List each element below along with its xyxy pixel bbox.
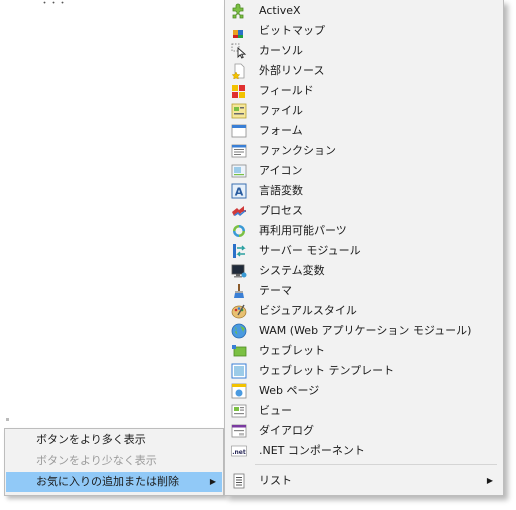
menu-item-visual-style[interactable]: ビジュアルスタイル [227, 301, 501, 321]
file-icon [231, 103, 247, 119]
submenu-arrow-icon: ▶ [486, 476, 493, 485]
svg-text:.net: .net [232, 449, 246, 456]
view-icon [231, 404, 247, 418]
function-icon [231, 144, 247, 158]
field-icon [232, 85, 245, 98]
menu-item-weblet-template[interactable]: ウェブレット テンプレート [227, 361, 501, 381]
menu-item-server-module[interactable]: サーバー モジュール [227, 241, 501, 261]
menu-item-label: Web ページ [259, 384, 320, 397]
menu-item-label: ファンクション [259, 144, 336, 157]
show-more-buttons-label: ボタンをより多く表示 [36, 433, 146, 446]
menu-item-wam[interactable]: WAM (Web アプリケーション モジュール) [227, 321, 501, 341]
svg-text:A: A [235, 186, 244, 199]
menu-item-function[interactable]: ファンクション [227, 141, 501, 161]
menu-item-icon[interactable]: アイコン [227, 161, 501, 181]
menu-item-external-resource[interactable]: 外部リソース [227, 61, 501, 81]
menu-item-system-variable[interactable]: システム変数 [227, 261, 501, 281]
language-variable-icon: A [231, 183, 247, 199]
menu-item-file[interactable]: ファイル [227, 101, 501, 121]
form-icon [231, 124, 247, 138]
menu-item-list[interactable]: リスト ▶ [227, 471, 501, 491]
menu-item-label: システム変数 [259, 264, 325, 277]
menu-item-dialog[interactable]: ダイアログ [227, 421, 501, 441]
theme-icon [234, 284, 244, 298]
menu-item-label: WAM (Web アプリケーション モジュール) [259, 324, 472, 337]
menu-item-view[interactable]: ビュー [227, 401, 501, 421]
add-remove-favorites-label: お気に入りの追加または削除 [36, 475, 179, 488]
dialog-icon [231, 424, 247, 438]
menu-item-label: ウェブレット テンプレート [259, 364, 395, 377]
visual-style-icon [231, 304, 247, 319]
background-mark [6, 418, 9, 421]
favorites-context-menu: ボタンをより多く表示 ボタンをより少なく表示 お気に入りの追加または削除 ▶ [4, 428, 224, 496]
menu-separator [255, 464, 497, 465]
weblet-template-icon [231, 363, 247, 379]
cursor-icon [231, 43, 247, 59]
menu-item-theme[interactable]: テーマ [227, 281, 501, 301]
screenshot-stage: ・・・ ボタンをより多く表示 ボタンをより少なく表示 お気に入りの追加または削除… [0, 0, 516, 510]
bitmap-icon [233, 30, 243, 38]
activex-puzzle-icon [232, 3, 244, 19]
menu-item-reusable-part[interactable]: 再利用可能パーツ [227, 221, 501, 241]
menu-item-form[interactable]: フォーム [227, 121, 501, 141]
dotnet-component-icon: .net [231, 445, 247, 457]
weblet-icon [232, 345, 247, 357]
menu-item-label: アイコン [259, 164, 303, 177]
menu-item-label: サーバー モジュール [259, 244, 361, 257]
show-more-buttons-item[interactable]: ボタンをより多く表示 [6, 430, 222, 450]
icon-resource-icon [231, 164, 247, 178]
list-icon [233, 473, 245, 489]
menu-item-label: フォーム [259, 124, 303, 137]
menu-item-label: テーマ [259, 284, 292, 297]
submenu-arrow-icon: ▶ [209, 477, 216, 486]
show-fewer-buttons-item: ボタンをより少なく表示 [6, 451, 222, 471]
menu-item-label: リスト [259, 474, 292, 487]
menu-item-web-page[interactable]: Web ページ [227, 381, 501, 401]
show-fewer-buttons-label: ボタンをより少なく表示 [36, 454, 157, 467]
menu-item-label: フィールド [259, 84, 314, 97]
menu-item-label: ActiveX [259, 4, 301, 17]
menu-item-language-variable[interactable]: A 言語変数 [227, 181, 501, 201]
menu-item-label: 外部リソース [259, 64, 325, 77]
menu-item-field[interactable]: フィールド [227, 81, 501, 101]
menu-item-label: ビジュアルスタイル [259, 304, 357, 317]
reusable-part-icon [233, 225, 245, 237]
external-resource-icon [231, 63, 245, 79]
menu-item-label: ビットマップ [259, 24, 325, 37]
menu-item-activex[interactable]: ActiveX [227, 1, 501, 21]
menu-item-label: .NET コンポーネント [259, 444, 365, 457]
server-module-icon [233, 244, 246, 258]
menu-item-label: 言語変数 [259, 184, 303, 197]
web-page-icon [231, 383, 247, 399]
system-variable-icon [231, 264, 247, 278]
process-icon [232, 206, 246, 216]
wam-globe-icon [231, 323, 247, 339]
favorites-submenu: ActiveX ビットマップ カーソル 外部リソース フィールド ファイル フォ… [224, 0, 504, 496]
menu-item-label: カーソル [259, 44, 303, 57]
menu-item-weblet[interactable]: ウェブレット [227, 341, 501, 361]
menu-item-label: プロセス [259, 204, 303, 217]
background-partial-text: ・・・ [40, 0, 68, 9]
menu-item-label: 再利用可能パーツ [259, 224, 347, 237]
add-remove-favorites-item[interactable]: お気に入りの追加または削除 ▶ [6, 472, 222, 492]
menu-item-process[interactable]: プロセス [227, 201, 501, 221]
menu-item-cursor[interactable]: カーソル [227, 41, 501, 61]
menu-item-dotnet-component[interactable]: .net .NET コンポーネント [227, 441, 501, 461]
menu-item-bitmap[interactable]: ビットマップ [227, 21, 501, 41]
menu-item-label: ダイアログ [259, 424, 314, 437]
menu-item-label: ウェブレット [259, 344, 325, 357]
menu-item-label: ビュー [259, 404, 292, 417]
menu-item-label: ファイル [259, 104, 303, 117]
